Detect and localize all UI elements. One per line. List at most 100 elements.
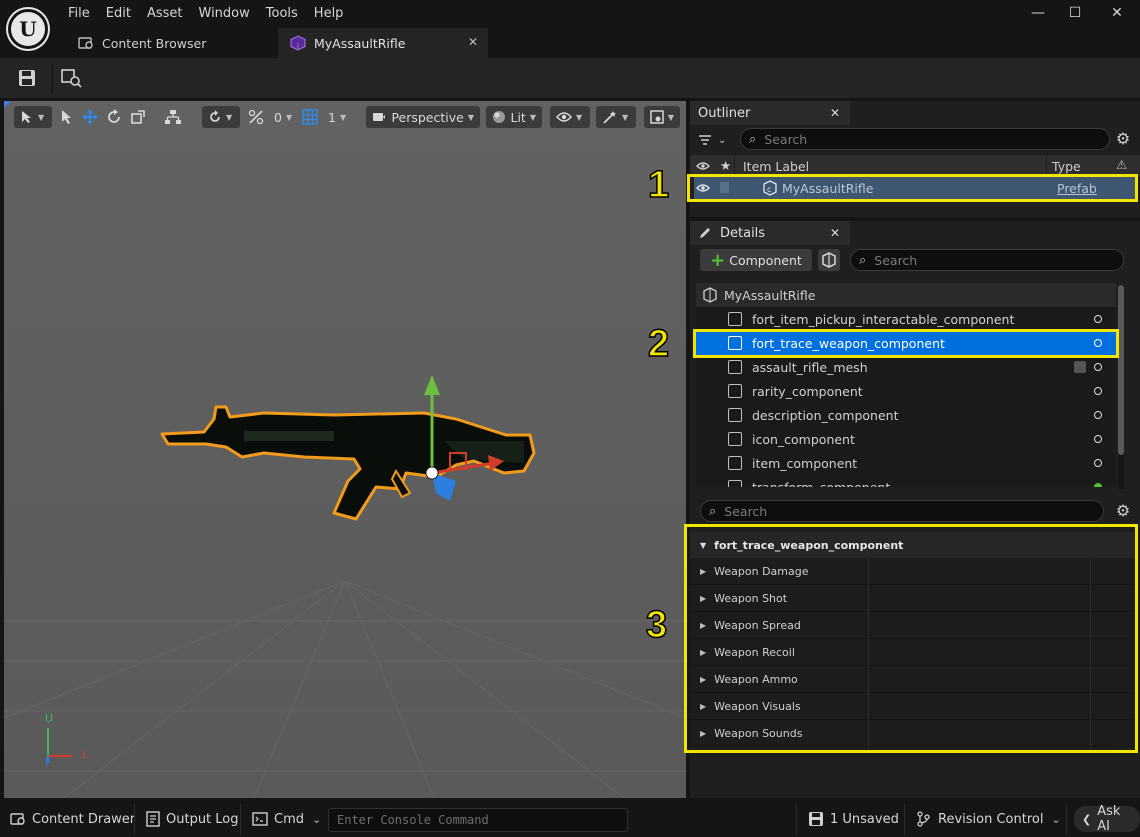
visibility-eye-icon[interactable] xyxy=(696,161,710,171)
status-divider xyxy=(240,804,241,834)
callout-number-2: 2 xyxy=(647,322,670,366)
scrollbar-thumb[interactable] xyxy=(1118,285,1124,455)
view-mode-dropdown[interactable]: Perspective ▼ xyxy=(366,106,480,128)
unsaved-save-icon xyxy=(809,812,823,826)
tree-item-component[interactable]: fort_item_pickup_interactable_component xyxy=(696,307,1116,331)
scale-tool-button[interactable] xyxy=(130,106,146,128)
selection-mode-dropdown[interactable]: ▼ xyxy=(14,106,52,128)
grid-snap-dropdown[interactable]: 1 ▼ xyxy=(302,106,346,128)
hierarchy-icon xyxy=(165,110,181,124)
visibility-dot-icon[interactable] xyxy=(1094,459,1102,467)
viewport-layout-dropdown[interactable]: ▼ xyxy=(644,106,680,128)
tree-root-my-assault-rifle[interactable]: MyAssaultRifle xyxy=(696,283,1116,307)
drawer-icon xyxy=(10,813,25,825)
visibility-dot-icon[interactable] xyxy=(1094,411,1102,419)
component-icon xyxy=(728,432,742,446)
component-icon xyxy=(728,480,742,487)
outliner-search-input[interactable]: ⌕ Search xyxy=(740,128,1110,150)
grid-icon xyxy=(302,109,318,125)
outliner-settings-gear-icon[interactable]: ⚙ xyxy=(1114,130,1132,148)
content-drawer-label: Content Drawer xyxy=(32,811,136,827)
visibility-dot-icon[interactable] xyxy=(1094,315,1102,323)
properties-search-input[interactable]: ⌕ Search xyxy=(700,500,1104,522)
rotate-tool-button[interactable] xyxy=(106,106,122,128)
close-window-button[interactable]: ✕ xyxy=(1104,2,1130,24)
item-label-column[interactable]: Item Label xyxy=(743,159,809,174)
visibility-dot-icon[interactable] xyxy=(1094,435,1102,443)
realtime-settings-dropdown[interactable]: ▼ xyxy=(596,106,636,128)
details-settings-gear-icon[interactable]: ⚙ xyxy=(1114,502,1132,520)
grid-value: 1 xyxy=(328,109,336,125)
visibility-dot-icon[interactable] xyxy=(1094,483,1102,487)
revision-control-dropdown[interactable]: Revision Control ⌄ xyxy=(916,801,1061,837)
pin-star-icon[interactable]: ★ xyxy=(720,158,731,173)
add-component-label: Component xyxy=(729,252,802,268)
tab-outliner[interactable]: Outliner ✕ xyxy=(690,101,850,125)
cmd-dropdown[interactable]: Cmd ⌄ xyxy=(252,801,321,837)
unreal-logo[interactable]: U xyxy=(8,9,48,49)
menu-file[interactable]: File xyxy=(68,6,90,21)
blueprint-options-button[interactable] xyxy=(818,249,840,271)
tab-label: MyAssaultRifle xyxy=(314,35,406,51)
filter-dropdown[interactable]: ⌄ xyxy=(698,131,734,149)
close-outliner-icon[interactable]: ✕ xyxy=(830,106,840,120)
component-icon xyxy=(728,384,742,398)
tree-item-component[interactable]: description_component xyxy=(696,403,1116,427)
visibility-dot-icon[interactable] xyxy=(1094,363,1102,371)
pointer-icon xyxy=(62,110,71,124)
visibility-dot-icon[interactable] xyxy=(1094,387,1102,395)
eye-icon xyxy=(556,112,572,122)
close-details-icon[interactable]: ✕ xyxy=(830,226,840,240)
terminal-icon xyxy=(252,812,268,826)
components-search-input[interactable]: ⌕ Search xyxy=(850,249,1124,271)
menu-tools[interactable]: Tools xyxy=(266,6,298,21)
tree-item-component[interactable]: icon_component xyxy=(696,427,1116,451)
level-viewport[interactable] xyxy=(4,101,686,798)
component-label: icon_component xyxy=(752,431,855,447)
tree-item-component[interactable]: item_component xyxy=(696,451,1116,475)
tab-content-browser[interactable]: Content Browser xyxy=(66,28,272,58)
axis-up-label: U xyxy=(45,712,54,725)
coordinate-space-dropdown[interactable]: ▼ xyxy=(202,106,240,128)
axis-left-label: L xyxy=(82,748,89,761)
translate-tool-button[interactable] xyxy=(82,106,98,128)
save-button[interactable] xyxy=(14,66,40,90)
tab-my-assault-rifle[interactable]: MyAssaultRifle ✕ xyxy=(278,28,488,58)
tree-item-component[interactable]: transform_component xyxy=(696,475,1116,487)
menu-asset[interactable]: Asset xyxy=(147,6,183,21)
content-drawer-button[interactable]: Content Drawer xyxy=(10,801,135,837)
output-log-button[interactable]: Output Log xyxy=(146,801,239,837)
menu-edit[interactable]: Edit xyxy=(106,6,131,21)
menu-window[interactable]: Window xyxy=(199,6,250,21)
ask-ai-button[interactable]: ❮ Ask AI xyxy=(1074,804,1140,834)
filter-icon xyxy=(699,135,711,145)
menu-help[interactable]: Help xyxy=(314,6,344,21)
chevron-down-icon: ⌄ xyxy=(718,134,727,146)
rotation-snap-dropdown[interactable]: 0 ▼ xyxy=(248,106,292,128)
tab-details[interactable]: Details ✕ xyxy=(690,221,850,245)
show-flags-dropdown[interactable]: ▼ xyxy=(550,106,590,128)
component-icon xyxy=(728,408,742,422)
tree-item-component[interactable]: rarity_component xyxy=(696,379,1116,403)
tree-scrollbar[interactable] xyxy=(1118,285,1124,489)
status-divider xyxy=(134,804,135,834)
select-tool-button[interactable] xyxy=(60,106,74,128)
console-command-input[interactable]: Enter Console Command xyxy=(328,808,628,832)
add-component-button[interactable]: + Component xyxy=(700,249,812,271)
tab-label: Content Browser xyxy=(102,35,207,51)
component-label: description_component xyxy=(752,407,899,423)
unsaved-label: 1 Unsaved xyxy=(830,811,899,827)
browse-asset-button[interactable] xyxy=(58,66,84,90)
type-column[interactable]: Type xyxy=(1052,159,1081,174)
lighting-mode-dropdown[interactable]: Lit ▼ xyxy=(486,106,542,128)
close-tab-icon[interactable]: ✕ xyxy=(468,35,478,49)
pivot-tool-button[interactable] xyxy=(164,106,182,128)
outliner-tab-label: Outliner xyxy=(698,105,751,121)
component-label: rarity_component xyxy=(752,383,863,399)
chevron-down-icon: ⌄ xyxy=(1051,812,1061,826)
minimize-button[interactable]: — xyxy=(1025,2,1051,24)
tree-item-component[interactable]: assault_rifle_mesh xyxy=(696,355,1116,379)
cmd-label: Cmd xyxy=(274,811,304,827)
unsaved-button[interactable]: 1 Unsaved xyxy=(808,801,899,837)
maximize-button[interactable]: ☐ xyxy=(1062,2,1088,24)
